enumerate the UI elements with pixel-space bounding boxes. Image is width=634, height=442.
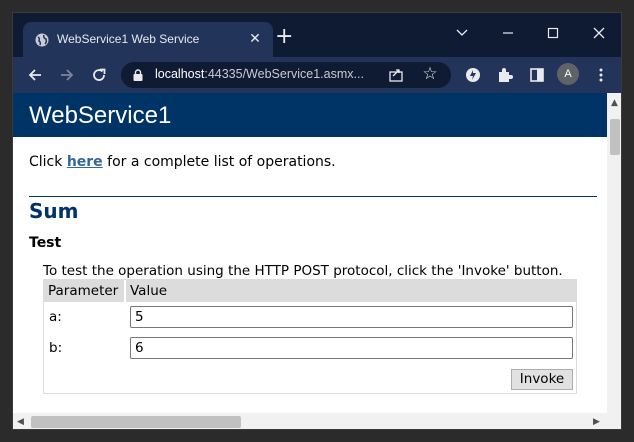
maximize-icon[interactable] — [543, 23, 563, 43]
param-a-input[interactable]: 5 — [130, 306, 573, 328]
intro-suffix: for a complete list of operations. — [102, 154, 336, 170]
extension-lightning-icon[interactable] — [463, 65, 483, 85]
vertical-scrollbar[interactable]: ▲ — [607, 93, 621, 429]
intro-text: Click here for a complete list of operat… — [29, 154, 336, 170]
back-arrow-icon[interactable] — [25, 65, 45, 85]
param-label-a: a: — [49, 309, 62, 325]
scroll-left-icon[interactable]: ◀ — [17, 417, 24, 427]
tab-title: WebService1 Web Service — [57, 32, 200, 46]
forward-arrow-icon[interactable] — [57, 65, 77, 85]
param-label-b: b: — [49, 340, 63, 356]
share-icon[interactable] — [387, 66, 405, 84]
lock-icon[interactable] — [131, 68, 145, 82]
star-icon[interactable]: ☆ — [421, 65, 439, 83]
param-b-input[interactable]: 6 — [130, 337, 573, 359]
scroll-right-icon[interactable]: ▶ — [593, 417, 600, 427]
tab-webservice[interactable]: WebService1 Web Service ✕ — [23, 22, 273, 58]
tab-bar: WebService1 Web Service ✕ + — [13, 13, 621, 58]
puzzle-icon[interactable] — [495, 65, 515, 85]
scroll-up-icon[interactable]: ▲ — [611, 98, 618, 108]
url-host: localhost — [155, 67, 205, 81]
page-viewport: WebService1 Click here for a complete li… — [13, 93, 621, 429]
operations-link[interactable]: here — [67, 154, 103, 170]
header-parameter: Parameter — [44, 280, 124, 302]
url-path: :44335/WebService1.asmx... — [204, 67, 364, 81]
horizontal-scroll-thumb[interactable] — [31, 416, 241, 428]
divider — [29, 196, 597, 197]
browser-window: WebService1 Web Service ✕ + localhost:44… — [12, 12, 622, 430]
operation-title: Sum — [29, 199, 79, 223]
vertical-scroll-thumb[interactable] — [610, 119, 620, 155]
browser-toolbar: localhost:44335/WebService1.asmx... ☆ A — [13, 57, 621, 93]
intro-prefix: Click — [29, 154, 67, 170]
more-menu-icon[interactable] — [591, 65, 611, 85]
header-value: Value — [126, 280, 576, 302]
globe-icon — [35, 33, 49, 47]
new-tab-icon[interactable]: + — [275, 26, 293, 48]
close-window-icon[interactable] — [589, 23, 609, 43]
minimize-icon[interactable] — [498, 23, 518, 43]
chevron-down-icon[interactable] — [452, 23, 472, 43]
address-bar[interactable]: localhost:44335/WebService1.asmx... ☆ — [121, 62, 451, 88]
close-tab-icon[interactable]: ✕ — [247, 31, 263, 47]
test-heading: Test — [29, 235, 62, 251]
invoke-button[interactable]: Invoke — [511, 369, 573, 390]
reload-icon[interactable] — [89, 65, 109, 85]
horizontal-scrollbar[interactable]: ◀ ▶ — [13, 413, 607, 429]
parameter-table: Parameter Value a: 5 b: 6 Invoke — [43, 279, 577, 394]
url-text: localhost:44335/WebService1.asmx... — [155, 67, 364, 81]
side-panel-icon[interactable] — [527, 65, 547, 85]
test-description: To test the operation using the HTTP POS… — [43, 263, 563, 279]
avatar[interactable]: A — [557, 63, 579, 85]
page-title: WebService1 — [29, 102, 172, 129]
page-header: WebService1 — [13, 93, 607, 137]
